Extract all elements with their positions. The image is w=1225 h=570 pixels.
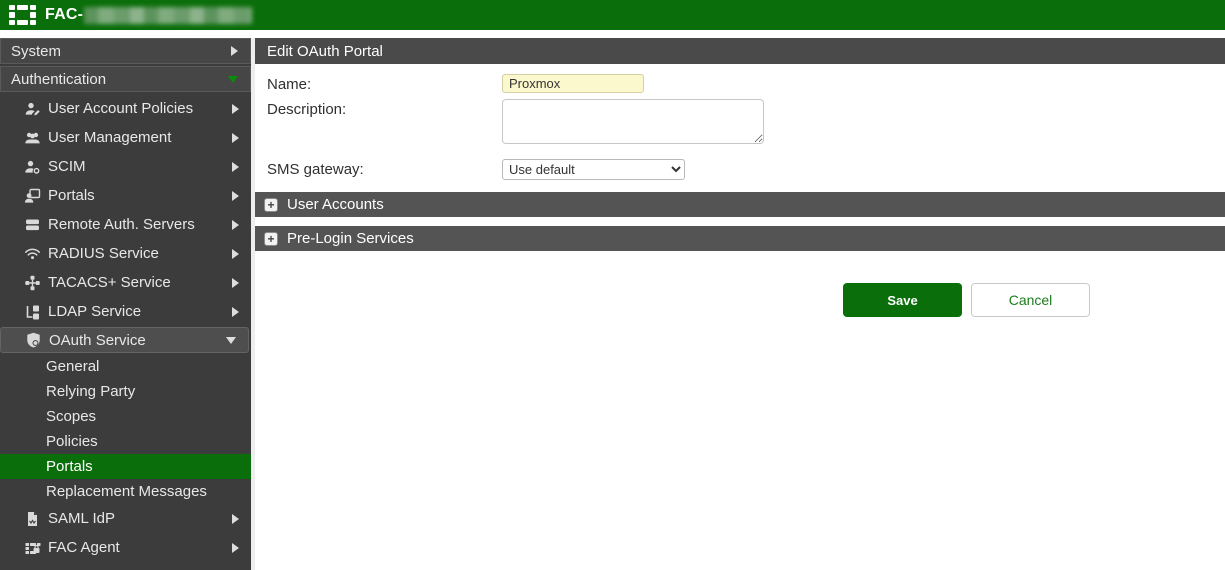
description-textarea[interactable] <box>502 99 764 144</box>
brand-title: FAC- <box>45 6 252 24</box>
top-bar: FAC- <box>0 0 1225 30</box>
network-nodes-icon <box>23 275 41 291</box>
section-user-accounts[interactable]: + User Accounts <box>255 192 1225 217</box>
chevron-right-icon <box>232 104 239 114</box>
user-window-icon <box>23 188 41 204</box>
sidebar-item-oauth-policies[interactable]: Policies <box>0 429 251 454</box>
name-label: Name: <box>267 74 502 93</box>
expand-plus-icon[interactable]: + <box>264 232 278 246</box>
sidebar-item-label: RADIUS Service <box>48 245 225 262</box>
sms-gateway-select[interactable]: Use default <box>502 159 685 180</box>
sidebar-item-oauth-relying-party[interactable]: Relying Party <box>0 379 251 404</box>
section-label: Pre-Login Services <box>287 230 414 247</box>
form-row-name: Name: <box>255 74 1225 93</box>
sidebar-item-label: SCIM <box>48 158 225 175</box>
sidebar-item-label: System <box>11 43 231 60</box>
hierarchy-icon <box>23 304 41 320</box>
sidebar-item-label: Remote Auth. Servers <box>48 216 225 233</box>
user-gear-icon <box>23 159 41 175</box>
sidebar-item-authentication[interactable]: Authentication <box>0 66 251 92</box>
chevron-right-icon <box>231 46 238 56</box>
redacted-hostname <box>84 7 252 24</box>
sidebar-item-label: FAC Agent <box>48 539 225 556</box>
save-button[interactable]: Save <box>843 283 962 317</box>
sms-gateway-label: SMS gateway: <box>267 159 502 178</box>
sidebar-item-label: Replacement Messages <box>46 483 251 500</box>
chevron-right-icon <box>232 307 239 317</box>
sidebar-item-tacacs-service[interactable]: TACACS+ Service <box>0 268 251 297</box>
cancel-button[interactable]: Cancel <box>971 283 1090 317</box>
chevron-down-icon <box>226 337 236 344</box>
chevron-right-icon <box>232 543 239 553</box>
shield-icon <box>24 332 42 348</box>
sidebar-item-label: Policies <box>46 433 251 450</box>
sidebar-item-oauth-general[interactable]: General <box>0 354 251 379</box>
sidebar-item-user-account-policies[interactable]: User Account Policies <box>0 94 251 123</box>
sidebar-item-portals[interactable]: Portals <box>0 181 251 210</box>
form-row-sms-gateway: SMS gateway: Use default <box>255 159 1225 180</box>
description-label: Description: <box>267 99 502 118</box>
users-icon <box>23 130 41 146</box>
sidebar-item-saml-idp[interactable]: SAML IdP <box>0 504 251 533</box>
sidebar-nav: System Authentication User Account Polic… <box>0 38 255 570</box>
section-label: User Accounts <box>287 196 384 213</box>
sidebar-item-label: LDAP Service <box>48 303 225 320</box>
sidebar-item-label: User Management <box>48 129 225 146</box>
chevron-right-icon <box>232 162 239 172</box>
chevron-down-icon <box>228 76 238 83</box>
sidebar-item-label: Relying Party <box>46 383 251 400</box>
chevron-right-icon <box>232 220 239 230</box>
chevron-right-icon <box>232 278 239 288</box>
chevron-right-icon <box>232 249 239 259</box>
page-title-bar: Edit OAuth Portal <box>255 38 1225 64</box>
sidebar-item-oauth-portals[interactable]: Portals <box>0 454 251 479</box>
wifi-shield-icon <box>23 246 41 262</box>
form-row-description: Description: <box>255 99 1225 148</box>
main-content: Edit OAuth Portal Name: Description: SMS… <box>255 38 1225 570</box>
chevron-right-icon <box>232 514 239 524</box>
sidebar-item-oauth-replacement-messages[interactable]: Replacement Messages <box>0 479 251 504</box>
sidebar-item-label: Portals <box>48 187 225 204</box>
expand-plus-icon[interactable]: + <box>264 198 278 212</box>
fortinet-grid-icon <box>9 5 36 25</box>
sidebar-item-system[interactable]: System <box>0 38 251 64</box>
sidebar-item-ldap-service[interactable]: LDAP Service <box>0 297 251 326</box>
sidebar-item-oauth-service[interactable]: OAuth Service <box>0 327 249 353</box>
sidebar-item-label: SAML IdP <box>48 510 225 527</box>
name-input[interactable] <box>502 74 644 93</box>
sidebar-item-label: User Account Policies <box>48 100 225 117</box>
servers-icon <box>23 217 41 233</box>
main-layout: System Authentication User Account Polic… <box>0 38 1225 570</box>
chevron-right-icon <box>232 133 239 143</box>
section-pre-login-services[interactable]: + Pre-Login Services <box>255 226 1225 251</box>
page-title: Edit OAuth Portal <box>267 43 383 60</box>
sidebar-item-label: OAuth Service <box>49 332 219 349</box>
sidebar-item-remote-auth-servers[interactable]: Remote Auth. Servers <box>0 210 251 239</box>
sidebar-item-label: General <box>46 358 251 375</box>
document-icon <box>23 511 41 527</box>
sidebar-item-oauth-scopes[interactable]: Scopes <box>0 404 251 429</box>
sidebar-item-label: Portals <box>46 458 251 475</box>
sidebar-item-user-management[interactable]: User Management <box>0 123 251 152</box>
user-edit-icon <box>23 101 41 117</box>
chevron-right-icon <box>232 191 239 201</box>
sidebar-item-fac-agent[interactable]: FAC Agent <box>0 533 251 562</box>
grid-lock-icon <box>23 540 41 556</box>
brand-prefix: FAC- <box>45 6 83 24</box>
sidebar-item-scim[interactable]: SCIM <box>0 152 251 181</box>
form-actions: Save Cancel <box>843 283 1225 317</box>
sidebar-item-label: Scopes <box>46 408 251 425</box>
sidebar-item-label: Authentication <box>11 71 228 88</box>
sidebar-item-radius-service[interactable]: RADIUS Service <box>0 239 251 268</box>
sidebar-item-label: TACACS+ Service <box>48 274 225 291</box>
